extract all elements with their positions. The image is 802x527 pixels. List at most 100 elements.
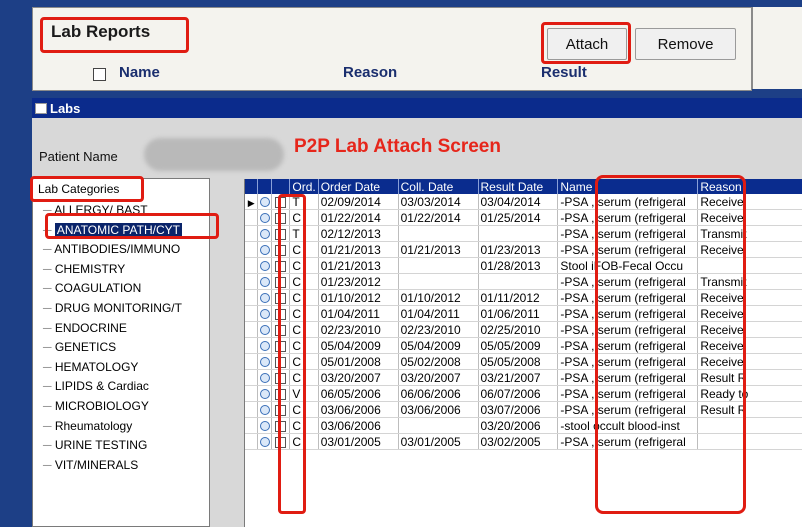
magnifier-icon[interactable] [259, 437, 270, 448]
lab-reports-header-row: Name Reason Result [33, 64, 751, 86]
tree-connector: ─ [43, 301, 55, 315]
category-label: ANTIBODIES/IMMUNO [54, 242, 181, 257]
row-indicator [245, 273, 259, 290]
tree-connector: ─ [43, 242, 55, 257]
magnifier-icon[interactable] [259, 245, 270, 256]
grid-cell: 03/20/2006 [478, 417, 559, 434]
magnifier-icon[interactable] [259, 357, 270, 368]
category-item[interactable]: ─ Rheumatology [43, 419, 132, 433]
view-cell[interactable] [257, 353, 273, 370]
grid-cell [478, 273, 559, 290]
grid-column-header[interactable] [257, 179, 273, 194]
tree-connector: ─ [43, 359, 55, 374]
grid-cell: 01/22/2014 [398, 209, 479, 226]
category-item[interactable]: ─ DRUG MONITORING/T [43, 301, 182, 315]
magnifier-icon[interactable] [259, 293, 270, 304]
grid-cell: 03/07/2006 [478, 401, 559, 418]
side-panel [752, 7, 802, 89]
view-cell[interactable] [257, 289, 273, 306]
magnifier-icon[interactable] [259, 325, 270, 336]
row-indicator [245, 305, 259, 322]
tree-connector: ─ [43, 438, 55, 453]
patient-name-redacted [144, 138, 284, 171]
magnifier-icon[interactable] [259, 197, 270, 208]
magnifier-icon[interactable] [259, 213, 270, 224]
category-item[interactable]: ─ LIPIDS & Cardiac [43, 379, 149, 393]
grid-column-header[interactable]: Coll. Date [398, 179, 479, 194]
view-cell[interactable] [257, 369, 273, 386]
view-cell[interactable] [257, 337, 273, 354]
grid-cell: 05/02/2008 [398, 353, 479, 370]
category-label: LIPIDS & Cardiac [54, 379, 149, 394]
row-indicator [245, 369, 259, 386]
magnifier-icon[interactable] [259, 389, 270, 400]
category-label: HEMATOLOGY [54, 359, 139, 374]
category-label: CHEMISTRY [54, 261, 126, 276]
view-cell[interactable] [257, 401, 273, 418]
grid-column-header[interactable]: Ord. [289, 179, 319, 194]
grid-cell: 05/04/2009 [398, 337, 479, 354]
grid-column-header[interactable] [245, 179, 259, 194]
category-label: DRUG MONITORING/T [54, 301, 182, 315]
select-all-checkbox[interactable] [93, 68, 106, 81]
header-name[interactable]: Name [119, 64, 160, 81]
grid-cell: 06/05/2006 [318, 385, 399, 402]
view-cell[interactable] [257, 417, 273, 434]
category-label: COAGULATION [54, 281, 142, 296]
category-item[interactable]: ─ GENETICS [43, 340, 116, 354]
grid-column-header[interactable] [271, 179, 291, 194]
row-indicator [245, 289, 259, 306]
category-item[interactable]: ─ HEMATOLOGY [43, 360, 138, 374]
grid-cell: 01/25/2014 [478, 209, 559, 226]
magnifier-icon[interactable] [259, 341, 270, 352]
category-label: GENETICS [54, 340, 117, 355]
view-cell[interactable] [257, 225, 273, 242]
magnifier-icon[interactable] [259, 405, 270, 416]
grid-cell: 01/21/2013 [318, 257, 399, 274]
view-cell[interactable] [257, 209, 273, 226]
row-indicator [245, 417, 259, 434]
magnifier-icon[interactable] [259, 277, 270, 288]
grid-cell: 03/06/2006 [398, 401, 479, 418]
view-cell[interactable] [257, 273, 273, 290]
grid-cell: 01/23/2013 [478, 241, 559, 258]
grid-cell: 01/10/2012 [318, 289, 399, 306]
remove-button[interactable]: Remove [635, 28, 736, 60]
view-cell[interactable] [257, 305, 273, 322]
view-cell[interactable] [257, 194, 273, 210]
grid-cell: 01/04/2011 [398, 305, 479, 322]
grid-cell: 05/01/2008 [318, 353, 399, 370]
category-item[interactable]: ─ ENDOCRINE [43, 321, 127, 335]
highlight-checkbox-column [278, 194, 306, 514]
magnifier-icon[interactable] [259, 421, 270, 432]
magnifier-icon[interactable] [259, 373, 270, 384]
magnifier-icon[interactable] [259, 229, 270, 240]
view-cell[interactable] [257, 321, 273, 338]
category-item[interactable]: ─ CHEMISTRY [43, 262, 125, 276]
highlight-name-column [595, 175, 746, 514]
magnifier-icon[interactable] [259, 309, 270, 320]
grid-cell [478, 225, 559, 242]
magnifier-icon[interactable] [259, 261, 270, 272]
labs-title-bar: Labs [32, 98, 802, 118]
tree-connector: ─ [43, 399, 55, 413]
header-reason[interactable]: Reason [343, 64, 397, 81]
view-cell[interactable] [257, 257, 273, 274]
header-result[interactable]: Result [541, 64, 587, 81]
highlight-anatomic-path [45, 213, 219, 239]
category-item[interactable]: ─ COAGULATION [43, 281, 141, 295]
grid-column-header[interactable]: Order Date [318, 179, 399, 194]
grid-cell: 01/06/2011 [478, 305, 559, 322]
category-item[interactable]: ─ VIT/MINERALS [43, 458, 138, 472]
view-cell[interactable] [257, 433, 273, 450]
grid-column-header[interactable]: Result Date [478, 179, 559, 194]
category-item[interactable]: ─ MICROBIOLOGY [43, 399, 149, 413]
category-label: URINE TESTING [54, 438, 148, 453]
view-cell[interactable] [257, 241, 273, 258]
category-item[interactable]: ─ URINE TESTING [43, 438, 147, 452]
category-item[interactable]: ─ ANTIBODIES/IMMUNO [43, 242, 180, 256]
tree-connector: ─ [43, 340, 55, 355]
view-cell[interactable] [257, 385, 273, 402]
tree-connector: ─ [43, 261, 55, 276]
tree-connector: ─ [43, 281, 55, 296]
